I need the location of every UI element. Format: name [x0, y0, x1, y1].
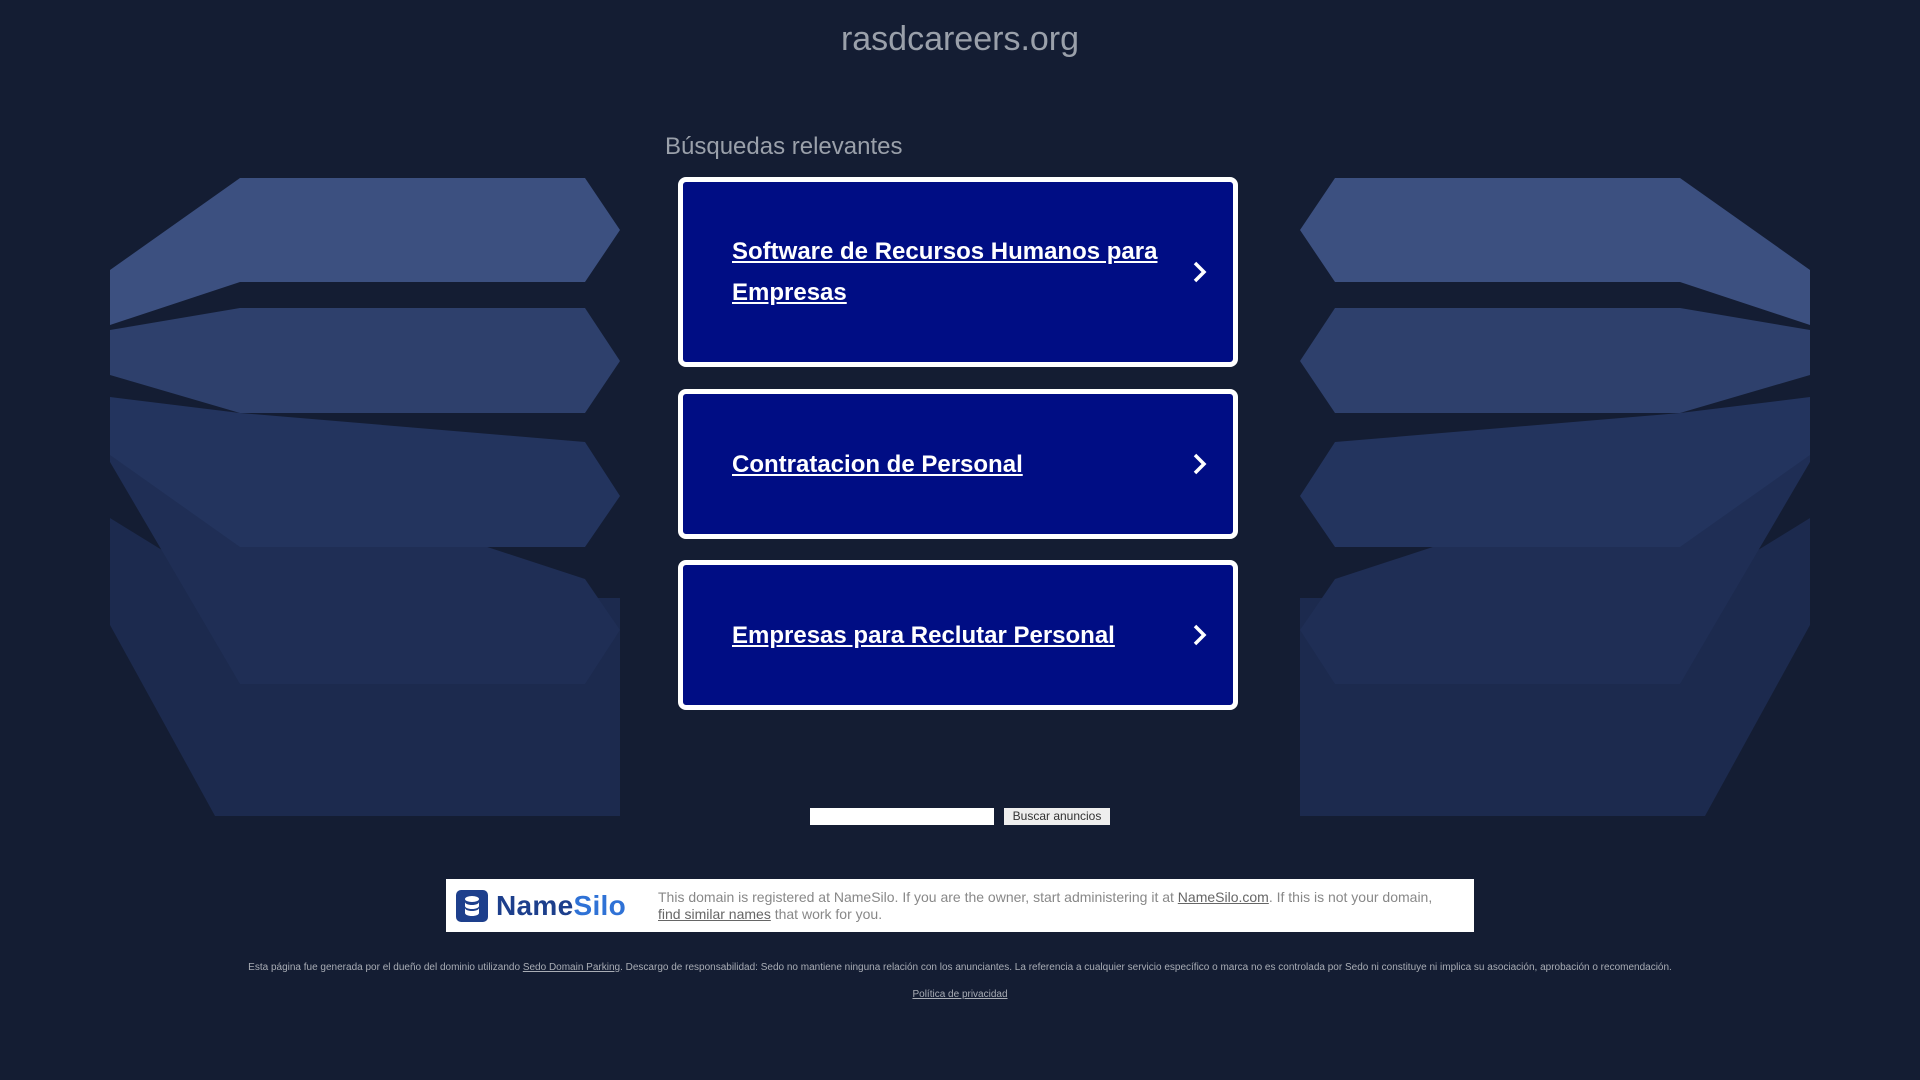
namesilo-logo[interactable]: NameSilo — [456, 889, 626, 923]
privacy-footer: Política de privacidad — [0, 989, 1920, 1000]
chevron-right-icon — [1193, 624, 1207, 646]
registrar-message: This domain is registered at NameSilo. I… — [658, 889, 1433, 922]
namesilo-wordmark: NameSilo — [496, 890, 627, 921]
sedo-domain-parking-link[interactable]: Sedo Domain Parking — [523, 962, 620, 973]
related-search-label: Contratacion de Personal — [732, 450, 1023, 478]
searches-heading: Búsquedas relevantes — [665, 133, 903, 160]
related-search-label: Empresas para Reclutar Personal — [732, 621, 1115, 649]
find-similar-names-link[interactable]: find similar names — [658, 906, 771, 922]
domain-title: rasdcareers.org — [840, 20, 1080, 58]
namesilo-link[interactable]: NameSilo.com — [1178, 889, 1269, 905]
privacy-policy-link[interactable]: Política de privacidad — [912, 989, 1007, 1000]
left-decoration — [110, 178, 620, 816]
sedo-disclaimer: Esta página fue generada por el dueño de… — [248, 962, 1672, 973]
search-ads-button[interactable]: Buscar anuncios — [1004, 808, 1110, 825]
chevron-right-icon — [1193, 261, 1207, 283]
registrar-banner: NameSilo This domain is registered at Na… — [446, 879, 1474, 932]
related-search-link[interactable]: Software de Recursos Humanos para Empres… — [678, 177, 1238, 367]
database-icon — [456, 890, 488, 922]
ad-search-input[interactable] — [810, 808, 994, 825]
related-search-link[interactable]: Empresas para Reclutar Personal — [678, 560, 1238, 710]
chevron-right-icon — [1193, 453, 1207, 475]
right-decoration — [1300, 178, 1810, 816]
related-search-label: Software de Recursos Humanos para Empres… — [732, 238, 1158, 306]
related-search-link[interactable]: Contratacion de Personal — [678, 389, 1238, 539]
